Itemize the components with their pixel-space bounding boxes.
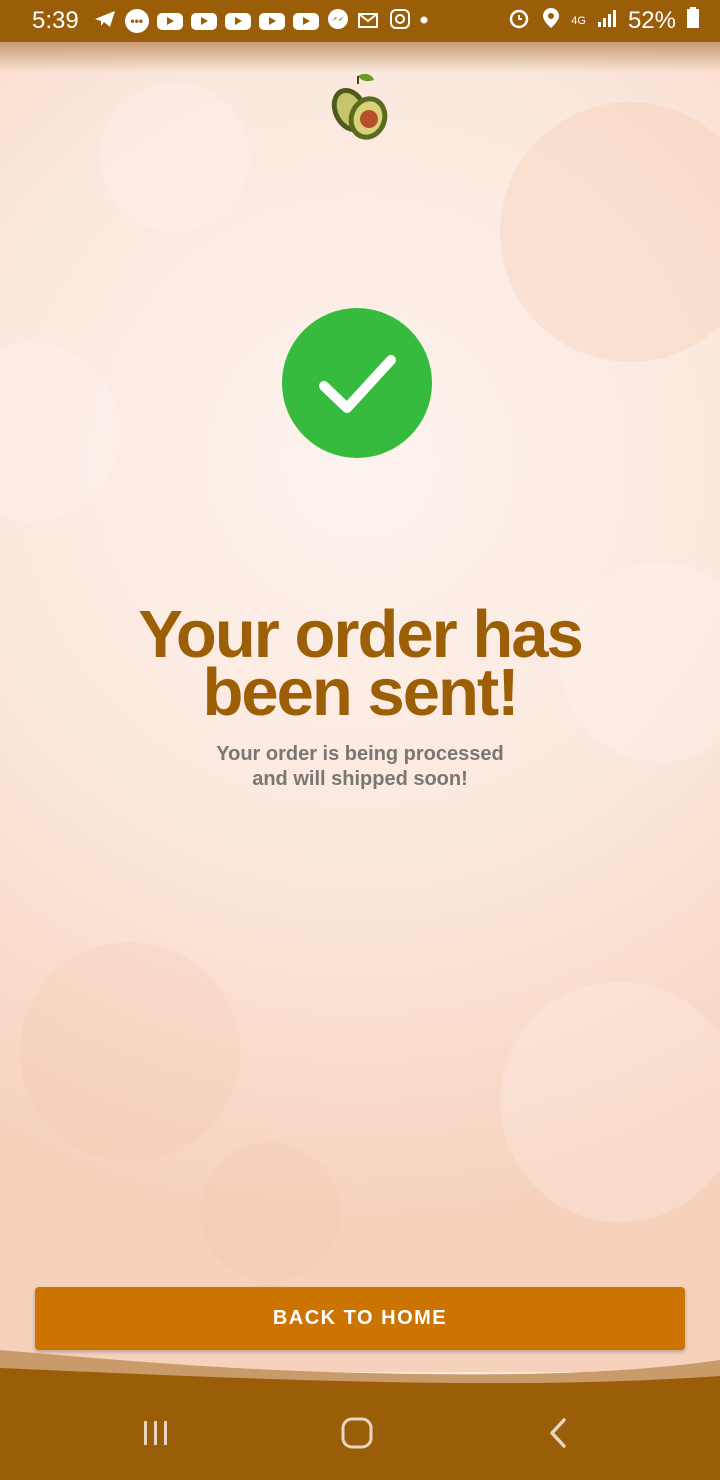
messages-icon: ••• <box>124 9 149 33</box>
bottom-wave <box>0 1350 720 1390</box>
subtitle: Your order is being processed and will s… <box>0 742 720 792</box>
mail-icon <box>357 8 381 35</box>
messenger-icon <box>327 8 349 35</box>
subtitle-line-1: Your order is being processed <box>216 743 504 765</box>
status-time: 5:39 <box>32 7 79 34</box>
youtube-icon <box>156 12 183 30</box>
navigation-bar <box>0 1388 720 1480</box>
dot-icon <box>419 12 429 30</box>
check-circle-icon <box>282 308 432 458</box>
instagram-icon <box>389 8 411 35</box>
page-title: Your order has been sent! <box>0 601 720 730</box>
battery-icon <box>686 6 700 37</box>
youtube-icon <box>292 12 319 30</box>
header-shadow <box>0 42 720 72</box>
youtube-icon <box>190 12 217 30</box>
avocado-logo <box>328 72 392 142</box>
signal-icon <box>596 7 618 35</box>
title-line-2: been sent! <box>202 655 519 730</box>
telegram-icon <box>93 9 117 34</box>
youtube-icon <box>258 12 285 30</box>
subtitle-line-2: and will shipped soon! <box>252 768 468 790</box>
recent-apps-icon[interactable] <box>126 1408 186 1458</box>
back-icon[interactable] <box>529 1408 589 1458</box>
location-icon <box>541 6 561 37</box>
network-type: 4G <box>571 14 586 27</box>
youtube-icon <box>224 12 251 30</box>
home-icon[interactable] <box>327 1408 387 1458</box>
status-bar: 5:39 ••• 4G 52% <box>0 0 720 42</box>
battery-percent: 52% <box>627 7 676 34</box>
alarm-icon <box>507 6 531 37</box>
